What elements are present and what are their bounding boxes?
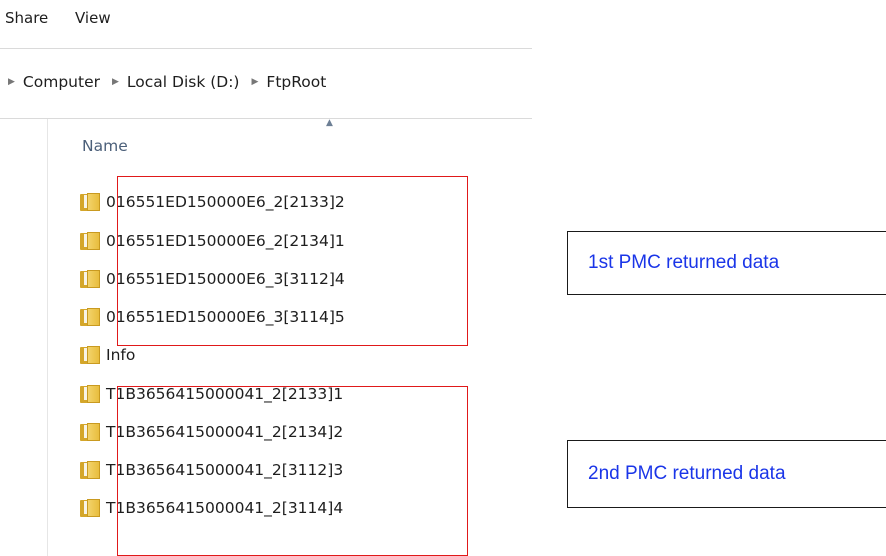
- column-header-name[interactable]: Name: [82, 137, 128, 155]
- highlight-box-1st-pmc: [117, 176, 468, 346]
- folder-icon: [80, 232, 102, 250]
- sort-ascending-icon: ▲: [326, 118, 333, 128]
- folder-icon: [80, 423, 102, 441]
- annotation-text: 2nd PMC returned data: [588, 463, 786, 484]
- chevron-right-icon[interactable]: ▶: [112, 77, 119, 87]
- highlight-box-2nd-pmc: [117, 386, 468, 556]
- ribbon-divider: [0, 48, 532, 49]
- folder-icon: [80, 270, 102, 288]
- chevron-right-icon[interactable]: ▶: [8, 77, 15, 87]
- breadcrumb-local-disk[interactable]: Local Disk (D:): [127, 73, 240, 91]
- tab-share[interactable]: Share: [5, 9, 48, 27]
- breadcrumb[interactable]: ▶ Computer ▶ Local Disk (D:) ▶ FtpRoot: [0, 62, 532, 102]
- folder-icon: [80, 499, 102, 517]
- folder-icon: [80, 193, 102, 211]
- navigation-pane-edge: [47, 119, 48, 556]
- annotation-1st-pmc: 1st PMC returned data: [567, 231, 886, 295]
- annotation-2nd-pmc: 2nd PMC returned data: [567, 440, 886, 508]
- file-name: Info: [106, 346, 136, 364]
- breadcrumb-ftproot[interactable]: FtpRoot: [266, 73, 326, 91]
- annotation-text: 1st PMC returned data: [588, 252, 780, 273]
- address-divider: [0, 118, 532, 119]
- tab-view[interactable]: View: [75, 9, 111, 27]
- folder-icon: [80, 385, 102, 403]
- chevron-right-icon[interactable]: ▶: [251, 77, 258, 87]
- folder-icon: [80, 461, 102, 479]
- folder-icon: [80, 308, 102, 326]
- breadcrumb-computer[interactable]: Computer: [23, 73, 100, 91]
- folder-icon: [80, 346, 102, 364]
